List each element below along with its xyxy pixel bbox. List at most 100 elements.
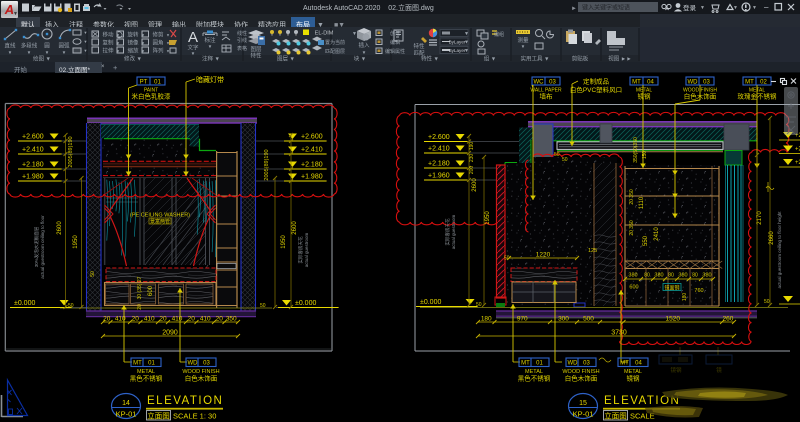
svg-text:标注: 标注 bbox=[204, 36, 216, 44]
svg-text:A: A bbox=[188, 29, 198, 46]
svg-text:20: 20 bbox=[137, 304, 143, 310]
svg-text:50: 50 bbox=[562, 157, 568, 163]
svg-text:旋转: 旋转 bbox=[127, 31, 139, 39]
svg-text:块 ▼: 块 ▼ bbox=[354, 55, 366, 63]
svg-text:600: 600 bbox=[629, 285, 638, 291]
svg-text:190: 190 bbox=[469, 142, 475, 151]
svg-text:▼: ▼ bbox=[8, 50, 12, 55]
svg-text:380: 380 bbox=[678, 273, 687, 279]
svg-text:PT: PT bbox=[140, 80, 148, 86]
svg-text:(PE CEILING WASHER): (PE CEILING WASHER) bbox=[130, 213, 190, 219]
svg-text:760: 760 bbox=[694, 288, 703, 294]
svg-text:+1.980: +1.980 bbox=[22, 174, 44, 181]
svg-text:500: 500 bbox=[583, 316, 594, 323]
svg-text:+2.600: +2.600 bbox=[301, 134, 323, 141]
svg-text:插入: 插入 bbox=[358, 41, 370, 49]
svg-text:20: 20 bbox=[132, 316, 140, 323]
svg-text:表格: 表格 bbox=[237, 45, 247, 52]
svg-text:125: 125 bbox=[588, 248, 597, 254]
svg-text:▼: ▼ bbox=[464, 40, 469, 46]
svg-text:01: 01 bbox=[148, 361, 155, 367]
svg-text:+2.410: +2.410 bbox=[301, 147, 323, 154]
svg-text:03: 03 bbox=[703, 79, 710, 85]
svg-text:+2.180: +2.180 bbox=[22, 162, 44, 169]
svg-text:黑色不锈钢: 黑色不锈钢 bbox=[130, 374, 163, 383]
svg-text:METAL: METAL bbox=[137, 369, 155, 375]
svg-text:+2.180: +2.180 bbox=[428, 161, 450, 168]
svg-text:50: 50 bbox=[764, 299, 770, 305]
svg-text:KP-01: KP-01 bbox=[573, 410, 594, 419]
svg-text:绘图 ▼: 绘图 ▼ bbox=[33, 55, 51, 63]
svg-text:注释 ▼: 注释 ▼ bbox=[202, 55, 220, 63]
svg-text:WD: WD bbox=[188, 361, 199, 367]
svg-text:2005(89)190: 2005(89)190 bbox=[264, 149, 270, 180]
svg-text:2600: 2600 bbox=[472, 178, 478, 192]
svg-text:2600: 2600 bbox=[57, 221, 63, 235]
svg-text:180: 180 bbox=[682, 293, 688, 302]
svg-text:±0.000: ±0.000 bbox=[295, 300, 316, 307]
svg-text:1220: 1220 bbox=[536, 252, 551, 259]
svg-text:黑色不锈钢: 黑色不锈钢 bbox=[518, 374, 551, 383]
svg-text:410: 410 bbox=[172, 316, 183, 323]
svg-text:+1.980: +1.980 bbox=[301, 174, 323, 181]
svg-text:组 ▼: 组 ▼ bbox=[484, 55, 496, 63]
svg-text:03: 03 bbox=[549, 79, 556, 85]
svg-text:±0.000: ±0.000 bbox=[14, 300, 35, 307]
svg-text:20 350: 20 350 bbox=[629, 189, 635, 205]
svg-text:WD: WD bbox=[568, 361, 579, 367]
svg-text:METAL: METAL bbox=[624, 369, 642, 375]
svg-text:WD: WD bbox=[688, 79, 699, 85]
svg-text:编辑: 编辑 bbox=[390, 39, 400, 46]
svg-text:actual guestroom: actual guestroom bbox=[304, 232, 309, 267]
svg-text:景富两管: 景富两管 bbox=[150, 218, 170, 225]
svg-text:实际客房天花: 实际客房天花 bbox=[297, 236, 304, 263]
svg-text:圆弧: 圆弧 bbox=[58, 42, 70, 50]
svg-text:测量: 测量 bbox=[517, 36, 529, 44]
svg-text:▼: ▼ bbox=[208, 44, 212, 49]
svg-text:▼: ▼ bbox=[700, 5, 705, 11]
svg-text:+2.410: +2.410 bbox=[428, 146, 450, 153]
svg-text:actual guestroom ceiling to fl: actual guestroom ceiling to floor bbox=[40, 215, 45, 279]
svg-text:30%发泡水泥板面层: 30%发泡水泥板面层 bbox=[33, 226, 40, 267]
svg-text:拉伸: 拉伸 bbox=[102, 47, 114, 55]
svg-text:WOOD FINISH: WOOD FINISH bbox=[562, 369, 599, 375]
svg-text:镜钢: 镜钢 bbox=[638, 92, 652, 101]
svg-text:actual guestroom: actual guestroom bbox=[451, 214, 456, 249]
svg-text:300: 300 bbox=[558, 316, 569, 323]
svg-text:直线: 直线 bbox=[4, 42, 16, 50]
svg-text:+2.600: +2.600 bbox=[428, 134, 450, 141]
svg-text:创建: 创建 bbox=[390, 30, 400, 37]
svg-text:复制: 复制 bbox=[102, 39, 114, 47]
svg-text:–: – bbox=[764, 3, 769, 12]
svg-text:▼: ▼ bbox=[521, 44, 525, 49]
svg-text:03: 03 bbox=[583, 361, 590, 367]
svg-text:20 350: 20 350 bbox=[629, 220, 635, 236]
svg-text:03: 03 bbox=[203, 361, 210, 367]
svg-text:白色木饰面: 白色木饰面 bbox=[185, 374, 218, 383]
svg-text:200: 200 bbox=[469, 166, 475, 175]
svg-text:04: 04 bbox=[635, 361, 642, 367]
svg-text:MT: MT bbox=[620, 361, 629, 367]
svg-text:▼: ▼ bbox=[84, 48, 88, 53]
svg-text:立面图: 立面图 bbox=[604, 410, 627, 420]
svg-text:2005(89)190: 2005(89)190 bbox=[68, 136, 74, 167]
svg-text:02: 02 bbox=[760, 79, 767, 85]
svg-text:匹配图层: 匹配图层 bbox=[325, 49, 345, 55]
svg-text:▼: ▼ bbox=[62, 50, 66, 55]
svg-text:置为当前: 置为当前 bbox=[325, 39, 345, 46]
svg-text:230: 230 bbox=[469, 154, 475, 163]
svg-text:圆角: 圆角 bbox=[152, 39, 163, 47]
svg-text:图层 ▼: 图层 ▼ bbox=[277, 55, 295, 63]
svg-text:▼: ▼ bbox=[84, 39, 88, 44]
svg-text:380: 380 bbox=[628, 273, 637, 279]
svg-text:80: 80 bbox=[644, 273, 650, 279]
svg-text:▼: ▼ bbox=[733, 5, 738, 11]
svg-text:180: 180 bbox=[481, 316, 492, 323]
svg-text:▼: ▼ bbox=[352, 31, 357, 37]
svg-text:01: 01 bbox=[536, 361, 543, 367]
svg-text:01: 01 bbox=[154, 80, 161, 86]
svg-text:键入关键字或短语: 键入关键字或短语 bbox=[582, 4, 630, 12]
svg-text:▼: ▼ bbox=[362, 50, 366, 55]
svg-text:编辑属性: 编辑属性 bbox=[385, 48, 405, 55]
svg-text:20: 20 bbox=[103, 316, 111, 323]
